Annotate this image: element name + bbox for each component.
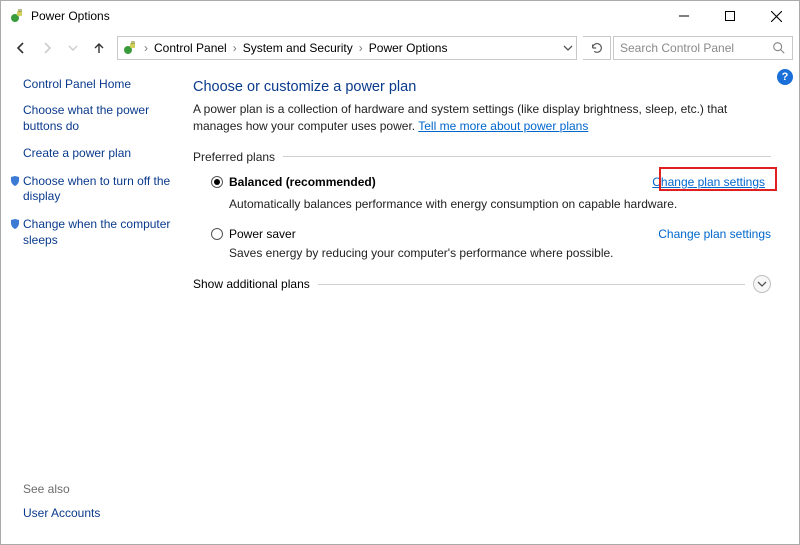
shield-icon xyxy=(9,218,21,230)
expand-additional-plans-button[interactable] xyxy=(753,275,771,293)
section-label-text: Preferred plans xyxy=(193,150,275,164)
breadcrumb-system-security[interactable]: System and Security xyxy=(239,41,357,55)
plan-power-saver: Power saver Change plan settings Saves e… xyxy=(211,227,771,262)
close-button[interactable] xyxy=(753,1,799,31)
divider xyxy=(318,284,745,285)
chevron-down-icon xyxy=(757,279,767,289)
search-placeholder: Search Control Panel xyxy=(620,41,772,55)
minimize-button[interactable] xyxy=(661,1,707,31)
back-button[interactable] xyxy=(9,36,33,60)
page-lead: A power plan is a collection of hardware… xyxy=(193,101,771,136)
see-also-user-accounts[interactable]: User Accounts xyxy=(23,506,171,522)
sidebar-item-label: Change when the computer sleeps xyxy=(23,217,171,248)
change-plan-settings-balanced[interactable]: Change plan settings xyxy=(646,172,771,192)
page-title: Choose or customize a power plan xyxy=(193,79,771,95)
plan-desc-power-saver: Saves energy by reducing your computer's… xyxy=(229,245,771,262)
address-bar[interactable]: › Control Panel › System and Security › … xyxy=(117,36,577,60)
divider xyxy=(283,156,771,157)
forward-button[interactable] xyxy=(35,36,59,60)
address-bar-power-icon xyxy=(122,40,138,56)
address-dropdown-button[interactable] xyxy=(560,43,576,53)
see-also-label: See also xyxy=(23,482,171,496)
help-icon[interactable]: ? xyxy=(777,69,793,85)
radio-balanced[interactable] xyxy=(211,176,223,188)
sidebar-link-turn-off-display[interactable]: Choose when to turn off the display xyxy=(9,174,171,205)
search-icon xyxy=(772,41,786,55)
chevron-right-icon[interactable]: › xyxy=(142,41,150,55)
show-additional-plans-label[interactable]: Show additional plans xyxy=(193,277,310,291)
sidebar-link-computer-sleeps[interactable]: Change when the computer sleeps xyxy=(9,217,171,248)
preferred-plans-label: Preferred plans xyxy=(193,150,771,164)
window-controls xyxy=(661,1,799,31)
sidebar-link-create-plan[interactable]: Create a power plan xyxy=(23,146,171,162)
power-options-icon xyxy=(9,8,25,24)
navbar: › Control Panel › System and Security › … xyxy=(1,31,799,65)
window-title: Power Options xyxy=(31,9,661,23)
recent-locations-button[interactable] xyxy=(61,36,85,60)
chevron-right-icon[interactable]: › xyxy=(357,41,365,55)
control-panel-home-link[interactable]: Control Panel Home xyxy=(23,77,171,91)
tell-more-link[interactable]: Tell me more about power plans xyxy=(418,119,588,133)
plan-balanced: Balanced (recommended) Change plan setti… xyxy=(211,172,771,213)
titlebar: Power Options xyxy=(1,1,799,31)
breadcrumb-power-options[interactable]: Power Options xyxy=(365,41,452,55)
breadcrumb-control-panel[interactable]: Control Panel xyxy=(150,41,231,55)
refresh-button[interactable] xyxy=(583,36,611,60)
chevron-right-icon[interactable]: › xyxy=(231,41,239,55)
change-plan-settings-power-saver[interactable]: Change plan settings xyxy=(658,227,771,241)
sidebar: Control Panel Home Choose what the power… xyxy=(1,65,179,544)
shield-icon xyxy=(9,175,21,187)
sidebar-item-label: Choose when to turn off the display xyxy=(23,174,171,205)
plan-name-power-saver[interactable]: Power saver xyxy=(229,227,296,241)
main-content: ? Choose or customize a power plan A pow… xyxy=(179,65,799,544)
breadcrumb: Control Panel › System and Security › Po… xyxy=(150,41,560,55)
search-input[interactable]: Search Control Panel xyxy=(613,36,793,60)
maximize-button[interactable] xyxy=(707,1,753,31)
plan-name-balanced[interactable]: Balanced (recommended) xyxy=(229,175,376,189)
plan-desc-balanced: Automatically balances performance with … xyxy=(229,196,771,213)
up-button[interactable] xyxy=(87,36,111,60)
show-additional-plans-row: Show additional plans xyxy=(193,275,771,293)
sidebar-link-power-buttons[interactable]: Choose what the power buttons do xyxy=(23,103,171,134)
radio-power-saver[interactable] xyxy=(211,228,223,240)
